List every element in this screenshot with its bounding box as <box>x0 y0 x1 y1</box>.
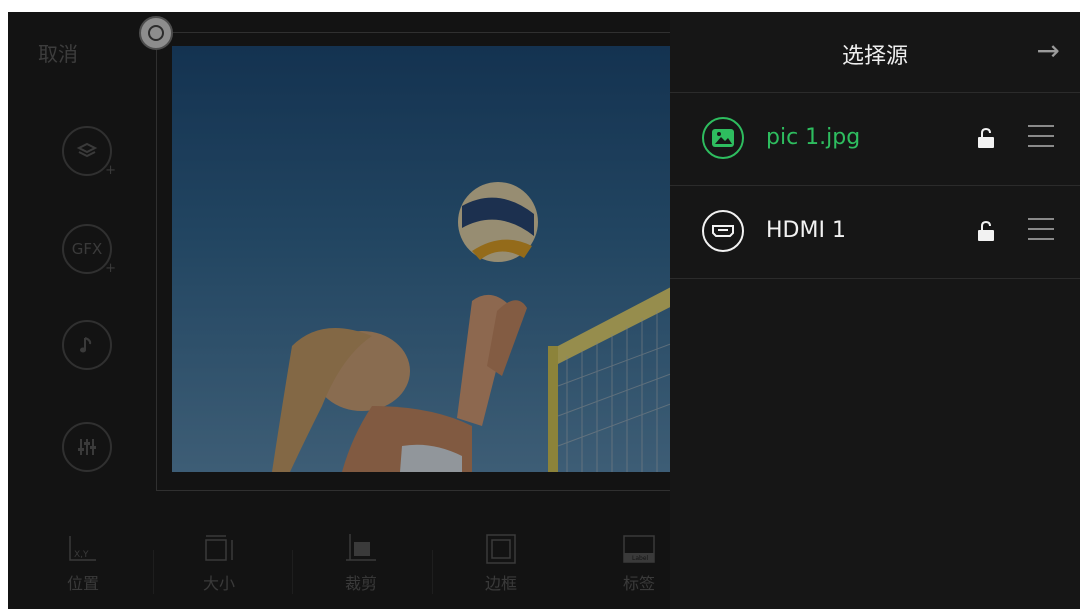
source-label-pic1: pic 1.jpg <box>766 125 861 150</box>
select-source-panel: 选择源 → pic 1.jpg HDMI 1 <box>670 12 1080 609</box>
editor-app: 取消 + GFX + X,Y 位置 大小 裁剪 边框 Label 标签 选择源 … <box>8 12 1080 609</box>
image-icon <box>702 117 744 159</box>
lock-open-icon[interactable] <box>976 220 996 242</box>
source-row-pic1[interactable]: pic 1.jpg <box>670 93 1080 186</box>
source-row-hdmi1[interactable]: HDMI 1 <box>670 186 1080 279</box>
panel-title: 选择源 <box>841 44 908 69</box>
arrow-right-icon[interactable]: → <box>1037 34 1060 67</box>
dim-overlay[interactable] <box>8 12 670 609</box>
reorder-handle-icon[interactable] <box>1028 218 1054 242</box>
lock-open-icon[interactable] <box>976 127 996 149</box>
hdmi-icon <box>702 210 744 252</box>
screen: 取消 + GFX + X,Y 位置 大小 裁剪 边框 Label 标签 选择源 … <box>0 0 1080 609</box>
panel-header: 选择源 → <box>670 12 1080 93</box>
reorder-handle-icon[interactable] <box>1028 125 1054 149</box>
source-label-hdmi1: HDMI 1 <box>766 218 846 243</box>
